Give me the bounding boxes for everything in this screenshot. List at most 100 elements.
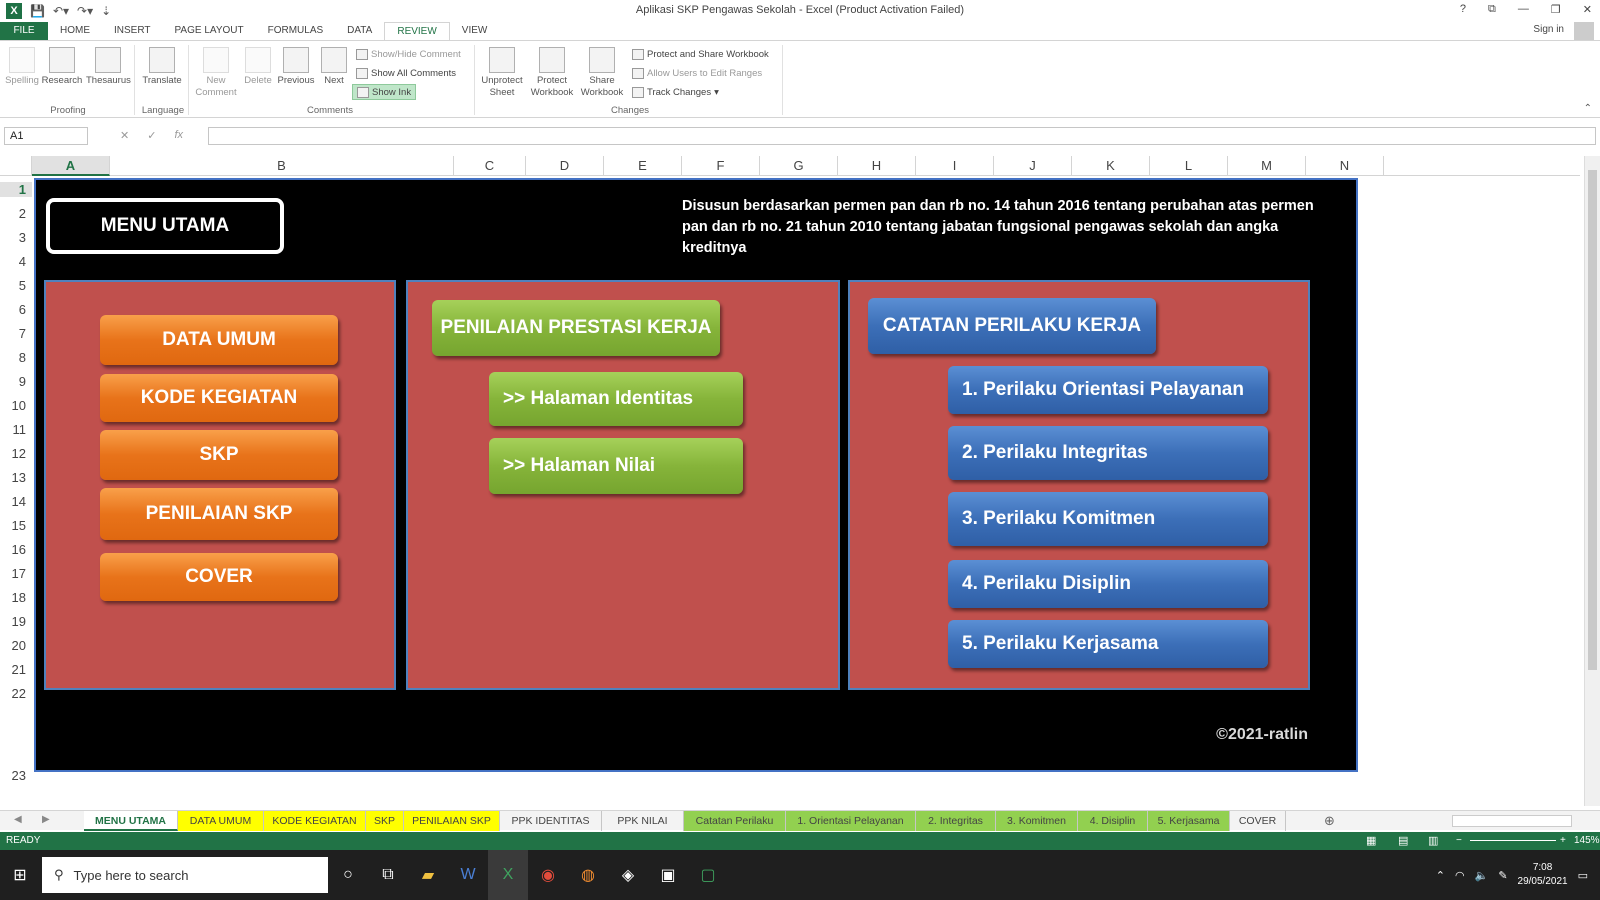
perilaku-title-button[interactable]: CATATAN PERILAKU KERJA — [868, 298, 1156, 354]
column-header[interactable]: H — [838, 156, 916, 176]
row-header[interactable]: 17 — [0, 566, 32, 581]
research-button[interactable]: Research — [40, 47, 84, 87]
add-sheet-icon[interactable]: ⊕ — [1324, 813, 1335, 829]
sheet-tab-penilaian-skp[interactable]: PENILAIAN SKP — [404, 811, 500, 831]
show-ink-button[interactable]: Show Ink — [352, 84, 417, 100]
name-box[interactable]: A1 — [4, 127, 88, 145]
share-workbook-button[interactable]: Share Workbook — [580, 47, 624, 99]
redo-icon[interactable]: ↷▾ — [77, 4, 93, 18]
row-header[interactable]: 21 — [0, 662, 32, 677]
skp-button[interactable]: SKP — [100, 430, 338, 480]
close-button[interactable]: ✕ — [1583, 3, 1592, 16]
tab-insert[interactable]: INSERT — [102, 22, 163, 40]
sheet-tab-integritas[interactable]: 2. Integritas — [916, 811, 996, 831]
row-header[interactable]: 18 — [0, 590, 32, 605]
row-header[interactable]: 16 — [0, 542, 32, 557]
column-header[interactable]: C — [454, 156, 526, 176]
row-header[interactable]: 13 — [0, 470, 32, 485]
minimize-button[interactable]: — — [1518, 3, 1529, 16]
scrollbar-thumb[interactable] — [1588, 170, 1597, 670]
chrome-icon[interactable]: ◉ — [528, 850, 568, 900]
perilaku-integritas-button[interactable]: 2. Perilaku Integritas — [948, 426, 1268, 480]
row-header[interactable]: 23 — [0, 768, 32, 783]
translate-button[interactable]: Translate — [140, 47, 184, 87]
chevron-up-icon[interactable]: ⌃ — [1436, 869, 1445, 882]
unprotect-sheet-button[interactable]: Unprotect Sheet — [480, 47, 524, 99]
customize-qat-icon[interactable]: ⇣ — [101, 4, 111, 18]
row-header[interactable]: 5 — [0, 278, 32, 293]
normal-view-icon[interactable]: ▦ — [1366, 832, 1376, 850]
perilaku-kerjasama-button[interactable]: 5. Perilaku Kerjasama — [948, 620, 1268, 668]
column-header[interactable]: N — [1306, 156, 1384, 176]
column-header[interactable]: J — [994, 156, 1072, 176]
page-layout-view-icon[interactable]: ▤ — [1398, 832, 1408, 850]
sheet-tab-menu-utama[interactable]: MENU UTAMA — [84, 811, 178, 831]
column-header[interactable]: D — [526, 156, 604, 176]
row-header[interactable]: 9 — [0, 374, 32, 389]
next-comment-button[interactable]: Next — [312, 47, 356, 87]
taskbar-clock[interactable]: 7:08 29/05/2021 — [1518, 861, 1568, 889]
row-header[interactable]: 15 — [0, 518, 32, 533]
insert-function-icon[interactable]: fx — [174, 129, 183, 142]
pin-app-icon[interactable]: ◈ — [608, 850, 648, 900]
column-header[interactable]: E — [604, 156, 682, 176]
tab-page-layout[interactable]: PAGE LAYOUT — [163, 22, 256, 40]
row-header[interactable]: 20 — [0, 638, 32, 653]
sheet-tab-komitmen[interactable]: 3. Komitmen — [996, 811, 1078, 831]
sheet-tab-ppk-identitas[interactable]: PPK IDENTITAS — [500, 811, 602, 831]
perilaku-disiplin-button[interactable]: 4. Perilaku Disiplin — [948, 560, 1268, 608]
row-header[interactable]: 3 — [0, 230, 32, 245]
firefox-icon[interactable]: ◍ — [568, 850, 608, 900]
tab-view[interactable]: VIEW — [450, 22, 500, 40]
sheet-tab-data-umum[interactable]: DATA UMUM — [178, 811, 264, 831]
vertical-scrollbar[interactable] — [1584, 156, 1600, 806]
perilaku-komitmen-button[interactable]: 3. Perilaku Komitmen — [948, 492, 1268, 546]
zoom-level[interactable]: 145% — [1574, 832, 1600, 850]
ppk-title-button[interactable]: PENILAIAN PRESTASI KERJA — [432, 300, 720, 356]
zoom-out-icon[interactable]: − — [1456, 832, 1462, 850]
track-changes-button[interactable]: Track Changes ▾ — [632, 84, 719, 100]
tab-data[interactable]: DATA — [335, 22, 384, 40]
windows-start-icon[interactable]: ⊞ — [0, 865, 40, 885]
allow-users-button[interactable]: Allow Users to Edit Ranges — [632, 65, 762, 81]
sheet-tab-ppk-nilai[interactable]: PPK NILAI — [602, 811, 684, 831]
new-comment-button[interactable]: New Comment — [194, 47, 238, 99]
save-icon[interactable]: 💾 — [30, 4, 45, 18]
pen-icon[interactable]: ✎ — [1498, 869, 1507, 882]
notifications-icon[interactable]: ▭ — [1578, 869, 1588, 882]
tab-home[interactable]: HOME — [48, 22, 102, 40]
sheet-nav-prev-icon[interactable]: ◀ — [14, 814, 22, 825]
row-header[interactable]: 12 — [0, 446, 32, 461]
volume-icon[interactable]: 🔈 — [1475, 869, 1489, 882]
file-explorer-icon[interactable]: ▰ — [408, 850, 448, 900]
avatar-icon[interactable] — [1574, 22, 1594, 42]
row-header[interactable]: 4 — [0, 254, 32, 269]
spelling-button[interactable]: Spelling — [0, 47, 44, 87]
sheet-tab-cover[interactable]: COVER — [1230, 811, 1286, 831]
tab-formulas[interactable]: FORMULAS — [256, 22, 336, 40]
row-header[interactable]: 8 — [0, 350, 32, 365]
column-header[interactable]: G — [760, 156, 838, 176]
row-header[interactable]: 22 — [0, 686, 32, 701]
row-header[interactable]: 11 — [0, 422, 32, 437]
sheet-tab-catatan-perilaku[interactable]: Catatan Perilaku — [684, 811, 786, 831]
enter-icon[interactable]: ✓ — [147, 129, 156, 142]
column-header[interactable]: A — [32, 156, 110, 176]
row-header[interactable]: 10 — [0, 398, 32, 413]
column-header[interactable]: I — [916, 156, 994, 176]
column-header[interactable]: F — [682, 156, 760, 176]
kode-kegiatan-button[interactable]: KODE KEGIATAN — [100, 374, 338, 422]
select-all-corner[interactable] — [0, 156, 32, 176]
wifi-icon[interactable]: ◠ — [1455, 869, 1465, 882]
halaman-nilai-button[interactable]: >> Halaman Nilai — [489, 438, 743, 494]
cover-button[interactable]: COVER — [100, 553, 338, 601]
ribbon-display-button[interactable]: ⧉ — [1488, 3, 1496, 16]
sheet-nav-next-icon[interactable]: ▶ — [42, 814, 50, 825]
tab-file[interactable]: FILE — [0, 22, 48, 40]
data-umum-button[interactable]: DATA UMUM — [100, 315, 338, 365]
perilaku-orientasi-button[interactable]: 1. Perilaku Orientasi Pelayanan — [948, 366, 1268, 414]
column-header[interactable]: K — [1072, 156, 1150, 176]
collapse-ribbon-icon[interactable]: ⌃ — [1584, 103, 1592, 114]
formula-input[interactable] — [208, 127, 1596, 145]
show-hide-comment-button[interactable]: Show/Hide Comment — [356, 46, 461, 62]
